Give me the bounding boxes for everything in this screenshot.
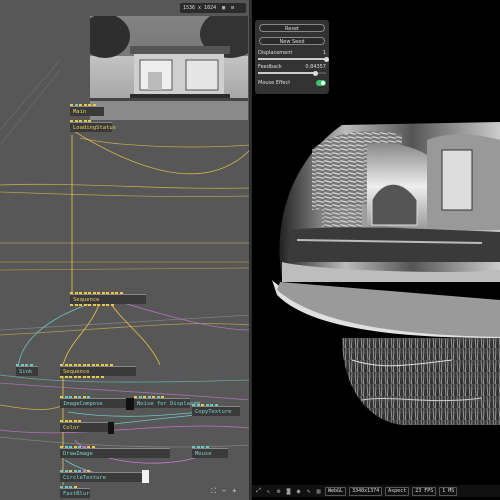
mouse-effect-label: Mouse Effect	[258, 80, 291, 86]
op-main[interactable]: Main	[70, 104, 104, 116]
op-image-compose[interactable]: ImageCompose	[60, 396, 126, 408]
op-main-label: Main	[73, 108, 87, 115]
color-swatch	[108, 422, 114, 434]
zoom-tools: ⛶ − +	[211, 485, 247, 497]
op-draw-image[interactable]: DrawImage	[60, 446, 170, 458]
status-resolution[interactable]: 3348x1374	[349, 486, 383, 496]
status-bar: ⤢ ⇖ ⚙ ◙ ◉ ✎ ▥ WebGL 3348x1374 Aspect 23 …	[252, 485, 500, 497]
op-sink-label: Sink	[19, 368, 33, 375]
record-icon[interactable]: ◉	[295, 488, 302, 495]
op-fast-blur[interactable]: FastBlur	[60, 486, 90, 498]
op-sequence-mid-label: Sequence	[63, 368, 90, 375]
pen-icon[interactable]: ✎	[305, 488, 312, 495]
status-aspect[interactable]: Aspect	[385, 486, 410, 496]
op-loading-status[interactable]: LoadingStatus	[70, 120, 116, 132]
feedback-slider[interactable]	[258, 70, 326, 76]
op-fast-blur-label: FastBlur	[63, 490, 90, 497]
op-copy-texture[interactable]: CopyTexture	[192, 404, 240, 416]
op-loading-status-label: LoadingStatus	[73, 124, 117, 131]
op-circle-texture[interactable]: CircleTexture	[60, 470, 142, 482]
fit-icon[interactable]: ⛶	[211, 487, 216, 496]
white-swatch	[142, 470, 149, 483]
feedback-value[interactable]: 0.84357	[305, 64, 326, 70]
preview-photo	[90, 16, 248, 120]
op-copy-texture-label: CopyTexture	[195, 408, 232, 415]
new-seed-button[interactable]: New Seed	[259, 37, 325, 45]
gear-icon[interactable]: ⚙	[275, 488, 282, 495]
status-ms: 1 MS	[439, 486, 458, 496]
texture-preview	[90, 16, 248, 120]
op-noise[interactable]: Noise for Displacem	[134, 396, 200, 408]
op-color-label: Color	[63, 424, 80, 431]
preview-pin-icon[interactable]: ⊟	[228, 5, 237, 11]
preview-resolution: 1536 x 1024	[183, 5, 217, 11]
pointer-icon[interactable]: ⇖	[265, 488, 272, 495]
status-fps: 23 FPS	[412, 486, 437, 496]
op-color[interactable]: Color	[60, 420, 108, 432]
preview-grid-icon[interactable]: ▦	[219, 5, 228, 11]
op-mouse[interactable]: Mouse	[192, 446, 228, 458]
op-sink[interactable]: Sink	[16, 364, 38, 376]
preview-toolbar: 1536 x 1024 ▦ ⊟	[180, 3, 246, 13]
zoom-out-button[interactable]: −	[222, 487, 226, 495]
op-draw-image-label: DrawImage	[63, 450, 93, 457]
status-webgl[interactable]: WebGL	[325, 486, 347, 496]
parameter-panel: Reset New Seed Displacement 1 Feedback 0…	[255, 20, 329, 94]
op-sequence-top[interactable]: Sequence	[70, 292, 146, 306]
render-viewer[interactable]: Reset New Seed Displacement 1 Feedback 0…	[252, 0, 500, 500]
op-circle-texture-label: CircleTexture	[63, 474, 107, 481]
op-mouse-label: Mouse	[195, 450, 212, 457]
displacement-value[interactable]: 1	[323, 50, 326, 56]
camera-icon[interactable]: ◙	[285, 488, 292, 495]
patch-editor[interactable]: 1536 x 1024 ▦ ⊟ Main LoadingStatus Seque…	[0, 0, 250, 500]
op-image-compose-label: ImageCompose	[63, 400, 103, 407]
zoom-in-button[interactable]: +	[232, 487, 236, 495]
displacement-label: Displacement	[258, 50, 293, 56]
op-sequence-mid[interactable]: Sequence	[60, 364, 136, 378]
black-swatch	[126, 398, 134, 410]
feedback-label: Feedback	[258, 64, 282, 70]
op-sequence-top-label: Sequence	[73, 296, 100, 303]
reset-button[interactable]: Reset	[259, 24, 325, 32]
chart-icon[interactable]: ▥	[315, 488, 322, 495]
displacement-slider[interactable]	[258, 56, 329, 62]
op-noise-label: Noise for Displacem	[137, 400, 200, 407]
expand-icon[interactable]: ⤢	[255, 487, 262, 495]
mouse-effect-toggle[interactable]	[316, 80, 326, 86]
